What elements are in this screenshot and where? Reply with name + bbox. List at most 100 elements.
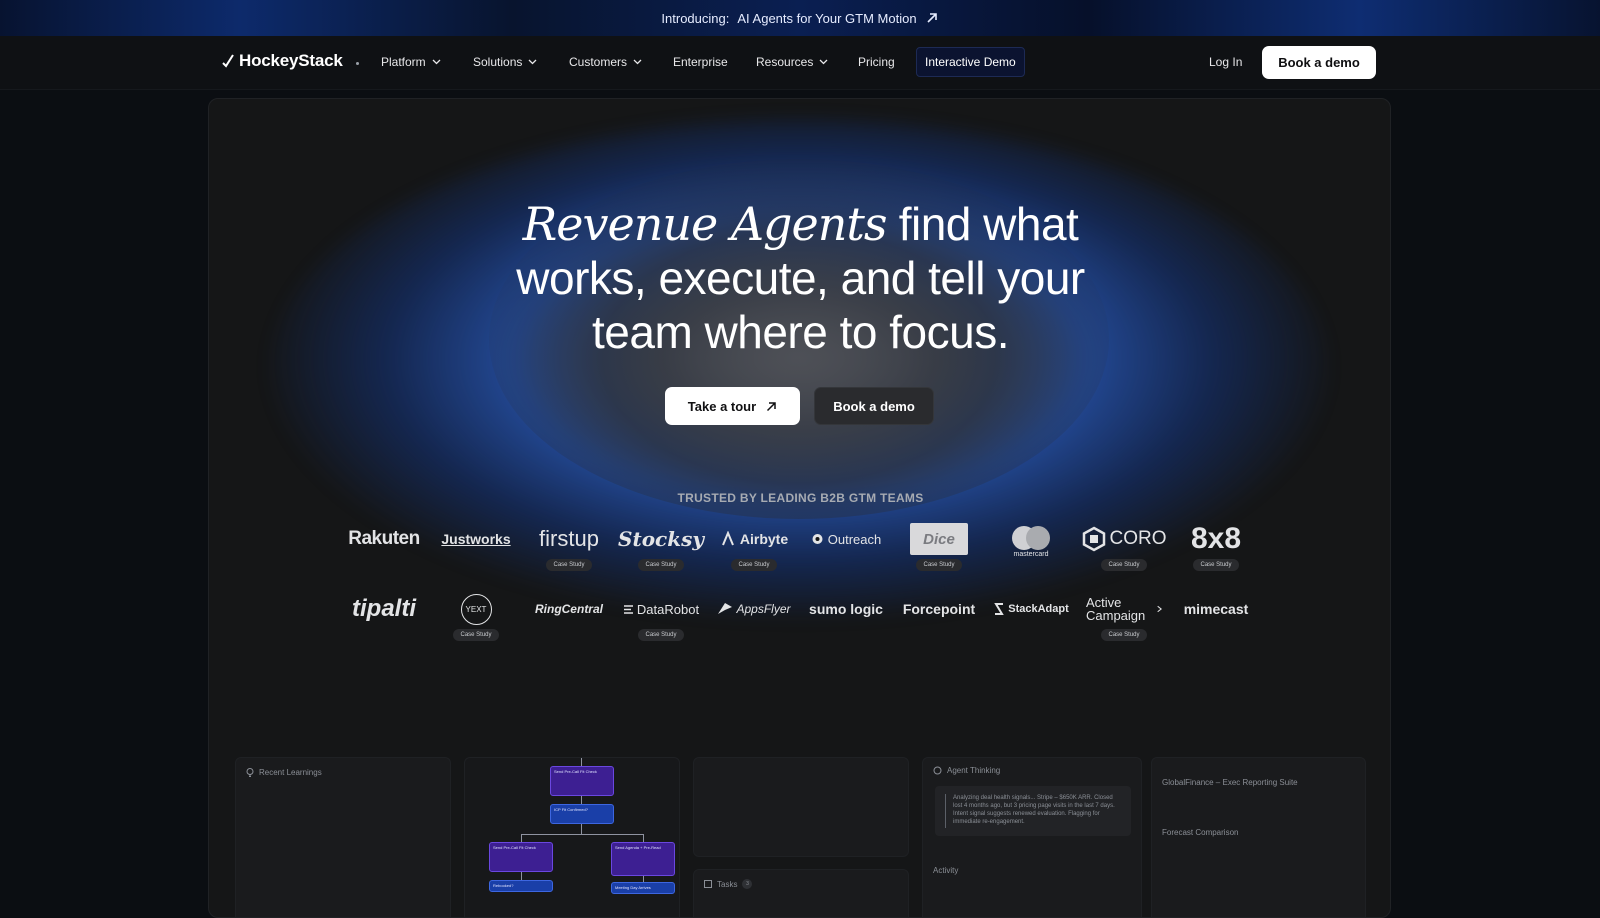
stocksy-logo: Stocksy (618, 527, 704, 551)
customer-logo-forcepoint[interactable]: Forcepoint (893, 593, 985, 625)
customer-logo-airbyte[interactable]: Airbyte Case Study (708, 523, 800, 571)
arrow-up-right-icon (767, 401, 776, 411)
agent-thinking-label: Agent Thinking (947, 766, 1001, 775)
nav-enterprise-label: Enterprise (673, 55, 728, 69)
nav-book-demo-button[interactable]: Book a demo (1262, 46, 1376, 79)
case-study-badge[interactable]: Case Study (546, 559, 592, 571)
arrow-up-right-icon (926, 13, 937, 23)
nav-platform[interactable]: Platform (381, 55, 441, 69)
outreach-logo: Outreach (811, 523, 881, 555)
announcement-text: AI Agents for Your GTM Motion (737, 10, 917, 26)
customer-logo-outreach[interactable]: Outreach (800, 523, 892, 555)
outreach-icon (812, 533, 823, 544)
tasks-title: Tasks 3 (704, 879, 753, 889)
nav-enterprise[interactable]: Enterprise (673, 55, 728, 69)
coro-logo: CORO (1082, 523, 1167, 555)
appsflyer-wing-icon (718, 603, 733, 614)
tasks-card: Tasks 3 (693, 869, 909, 917)
customer-logo-coro[interactable]: CORO Case Study (1078, 523, 1170, 571)
customer-logo-yext[interactable]: YEXT Case Study (430, 593, 522, 641)
rakuten-logo: Rakuten (348, 528, 420, 549)
flow-node-agenda[interactable]: Send Agenda + Pre-Read (611, 842, 675, 876)
flow-connector (581, 796, 582, 804)
case-study-badge[interactable]: Case Study (731, 559, 777, 571)
mastercard-circles-icon (1012, 525, 1050, 550)
case-study-badge[interactable]: Case Study (638, 559, 684, 571)
customer-logo-mimecast[interactable]: mimecast (1170, 593, 1262, 625)
yext-circle: YEXT (460, 593, 492, 625)
flow-node-icp-fit[interactable]: ICP Fit Confirmed? (550, 804, 614, 824)
separator-dot (356, 62, 359, 65)
headline-part-1: find what (898, 198, 1079, 250)
nav-solutions-label: Solutions (473, 55, 523, 69)
brand-name: HockeyStack (239, 51, 343, 70)
agent-thinking-text: Analyzing deal health signals... Stripe … (935, 786, 1131, 836)
case-study-badge[interactable]: Case Study (638, 629, 684, 641)
forcepoint-logo: Forcepoint (902, 601, 976, 617)
customer-logo-appsflyer[interactable]: AppsFlyer (708, 593, 800, 625)
customer-logo-tipalti[interactable]: tipalti (338, 593, 430, 625)
case-study-badge[interactable]: Case Study (916, 559, 962, 571)
headline-line-3: team where to focus. (592, 306, 1009, 358)
trusted-heading: TRUSTED BY LEADING B2B GTM TEAMS (677, 491, 924, 505)
customer-logo-justworks[interactable]: Justworks (430, 523, 522, 555)
nav-platform-label: Platform (381, 55, 426, 69)
appsflyer-logo: AppsFlyer (717, 593, 791, 625)
activity-label: Activity (933, 866, 959, 875)
dice-logo: Dice (910, 523, 968, 555)
ringcentral-logo: RingCentral (534, 602, 603, 616)
justworks-logo: Justworks (441, 531, 511, 547)
case-study-badge[interactable]: Case Study (1101, 629, 1147, 641)
interactive-demo-button[interactable]: Interactive Demo (916, 47, 1025, 77)
customer-logo-stocksy[interactable]: Stocksy Case Study (615, 523, 707, 571)
announcement-bar[interactable]: Introducing: AI Agents for Your GTM Moti… (0, 0, 1600, 36)
chevron-down-icon (633, 59, 642, 65)
hero-panel: Revenue Agents find what works, execute,… (208, 98, 1391, 918)
customer-logo-rakuten[interactable]: Rakuten (338, 523, 430, 555)
login-link[interactable]: Log In (1209, 55, 1242, 69)
airbyte-wordmark: Airbyte (739, 531, 789, 547)
hero-book-demo-label: Book a demo (833, 398, 915, 414)
customer-logo-dice[interactable]: Dice Case Study (893, 523, 985, 571)
customer-logo-datarobot[interactable]: DataRobot Case Study (615, 593, 707, 641)
customer-logo-firstup[interactable]: firstup Case Study (523, 523, 615, 571)
customer-logo-mastercard[interactable]: mastercard (985, 523, 1077, 559)
case-study-badge[interactable]: Case Study (453, 629, 499, 641)
flow-node-rebooked[interactable]: Rebooked? (489, 880, 553, 892)
hero-book-demo-button[interactable]: Book a demo (814, 387, 934, 425)
stackadapt-icon (994, 603, 1005, 615)
tasks-count-badge: 3 (742, 879, 753, 889)
customer-logo-activecampaign[interactable]: Active Campaign Case Study (1078, 593, 1170, 641)
flow-node-meeting-day[interactable]: Meeting Day Arrives (611, 882, 675, 894)
datarobot-wordmark: DataRobot (636, 601, 700, 617)
customer-logo-ringcentral[interactable]: RingCentral (523, 593, 615, 625)
workflow-card: Send Pre-Call Fit Check ICP Fit Confirme… (464, 757, 680, 917)
nav-customers[interactable]: Customers (569, 55, 642, 69)
nav-solutions[interactable]: Solutions (473, 55, 537, 69)
case-study-badge[interactable]: Case Study (1101, 559, 1147, 571)
flow-connector (581, 824, 582, 834)
firstup-logo: firstup (539, 526, 599, 551)
chevron-down-icon (432, 59, 441, 65)
take-tour-button[interactable]: Take a tour (665, 387, 800, 425)
8x8-logo: 8x8 (1190, 522, 1242, 555)
agent-thinking-card: Agent Thinking Analyzing deal health sig… (922, 757, 1142, 917)
agent-thinking-title: Agent Thinking (933, 766, 1000, 775)
hero-headline: Revenue Agents find what works, execute,… (209, 197, 1390, 359)
nav-pricing[interactable]: Pricing (858, 55, 895, 69)
blank-preview-card (693, 757, 909, 857)
tipalti-logo: tipalti (352, 595, 416, 622)
customer-logo-sumologic[interactable]: sumo logic (800, 593, 892, 625)
customer-logo-stackadapt[interactable]: StackAdapt (985, 593, 1077, 625)
nav-resources[interactable]: Resources (756, 55, 828, 69)
customer-logo-8x8[interactable]: 8x8 Case Study (1170, 522, 1262, 571)
case-study-badge[interactable]: Case Study (1193, 559, 1239, 571)
announcement-prefix: Introducing: (661, 10, 730, 26)
recent-learnings-label: Recent Learnings (259, 768, 322, 777)
flow-connector (521, 834, 643, 835)
lightbulb-icon (246, 768, 254, 777)
brand-logo[interactable]: HockeyStack (222, 51, 343, 71)
headline-italic: Revenue Agents (522, 197, 888, 251)
flow-node-fit-check-2[interactable]: Send Pre-Call Fit Check (489, 842, 553, 872)
flow-node-fit-check[interactable]: Send Pre-Call Fit Check (550, 766, 614, 796)
